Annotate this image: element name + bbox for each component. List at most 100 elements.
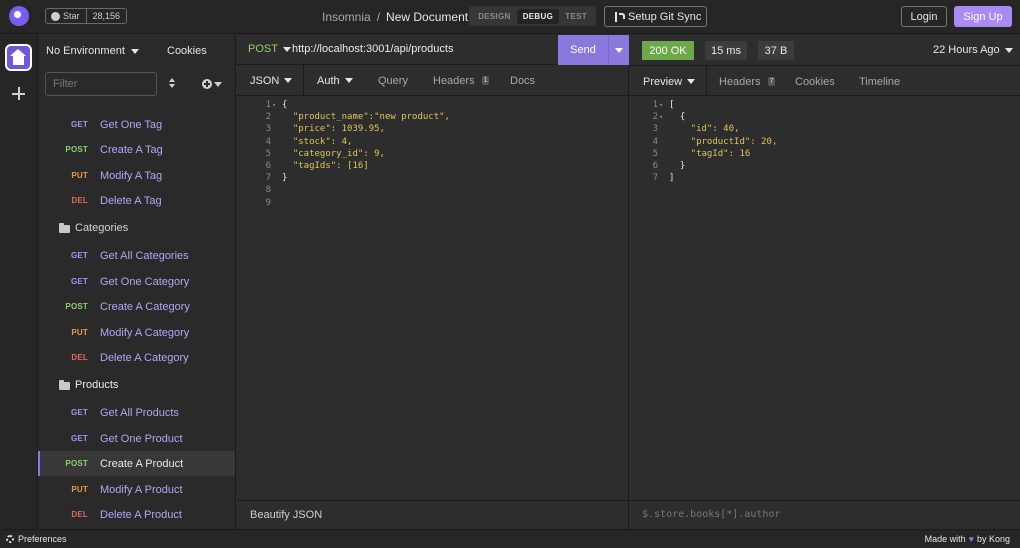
sidebar-request-delete-a-category[interactable]: DEL Delete A Category (38, 345, 235, 370)
code-line: "product_name":"new product", (282, 112, 450, 123)
code-line: "productId": 20, (669, 136, 778, 147)
sidebar-request-get-one-product[interactable]: GET Get One Product (38, 426, 235, 451)
sidebar-request-get-all-categories[interactable]: GET Get All Categories (38, 243, 235, 268)
sidebar-request-create-a-product[interactable]: POST Create A Product (38, 451, 235, 476)
line-number: 9 (265, 197, 271, 208)
sidebar-request-get-all-products[interactable]: GET Get All Products (38, 400, 235, 425)
sidebar-request-create-a-tag[interactable]: POST Create A Tag (38, 137, 235, 162)
sidebar-request-modify-a-product[interactable]: PUT Modify A Product (38, 477, 235, 502)
mode-debug-tab[interactable]: DEBUG (516, 8, 560, 24)
request-name: Get One Product (100, 432, 183, 445)
method-badge: PUT (71, 171, 88, 180)
breadcrumb-workspace[interactable]: Insomnia (322, 10, 371, 24)
mode-design-tab[interactable]: DESIGN (472, 9, 516, 24)
made-with-kong[interactable]: Made with ♥ by Kong (925, 534, 1010, 544)
url-input[interactable]: http://localhost:3001/api/products (292, 43, 453, 55)
chevron-down-icon (615, 47, 623, 53)
line-number: 2 (652, 112, 658, 123)
setup-git-sync-label: Setup Git Sync (628, 10, 702, 23)
code-line: "price": 1039.95, (282, 124, 385, 135)
plus-icon[interactable] (12, 87, 25, 100)
request-name: Get All Categories (100, 249, 189, 262)
github-star-label: Star (63, 11, 80, 21)
sort-icon[interactable] (169, 78, 176, 89)
request-name: Delete A Product (100, 508, 182, 521)
insomnia-logo-icon[interactable] (9, 6, 29, 26)
tab-preview[interactable]: Preview (643, 66, 696, 97)
chevron-down-icon (1004, 47, 1013, 53)
tab-cookies[interactable]: Cookies (795, 66, 835, 97)
add-request-menu[interactable] (202, 79, 222, 89)
github-star-widget[interactable]: Star 28,156 (45, 8, 128, 24)
code-line: { (669, 112, 686, 123)
line-number: 3 (265, 124, 271, 135)
breadcrumb-document[interactable]: New Document (386, 10, 468, 24)
sidebar-request-get-one-tag[interactable]: GET Get One Tag (38, 112, 235, 137)
cookies-button[interactable]: Cookies (167, 45, 207, 57)
method-badge: DEL (71, 510, 88, 519)
code-line: "id": 40, (669, 124, 740, 135)
line-number: 1 (265, 100, 271, 110)
tab-auth[interactable]: Auth (317, 65, 353, 96)
heart-icon: ♥ (968, 534, 974, 544)
method-badge: GET (70, 408, 88, 417)
request-name: Modify A Tag (100, 169, 163, 182)
url-bar: POST http://localhost:3001/api/products … (237, 35, 629, 65)
sidebar-request-create-a-category[interactable]: POST Create A Category (38, 294, 235, 319)
code-line: "tagIds": [16] (282, 161, 369, 171)
tab-headers[interactable]: Headers 1 (433, 65, 490, 96)
method-selector[interactable]: POST (248, 43, 291, 55)
send-button[interactable]: Send (558, 44, 608, 56)
github-star-count[interactable]: 28,156 (87, 9, 127, 23)
line-number: 5 (265, 148, 271, 159)
signup-button[interactable]: Sign Up (954, 6, 1012, 27)
tab-label: Auth (317, 74, 340, 87)
sidebar-request-delete-a-product[interactable]: DEL Delete A Product (38, 502, 235, 527)
tab-body-json[interactable]: JSON (250, 65, 293, 96)
headers-count-badge: 7 (767, 77, 776, 86)
response-filter-input[interactable]: $.store.books[*].author (630, 500, 1020, 529)
code-line: "category_id": 9, (282, 148, 385, 159)
send-button-group: Send (558, 35, 629, 65)
sidebar-folder-products[interactable]: Products (59, 375, 118, 395)
response-history-dropdown[interactable]: 22 Hours Ago (933, 44, 1013, 56)
tab-query[interactable]: Query (378, 65, 408, 96)
send-options-button[interactable] (608, 35, 629, 65)
github-star-button[interactable]: Star (46, 9, 87, 23)
home-icon (10, 48, 26, 65)
breadcrumb: Insomnia / New Document (322, 10, 483, 24)
beautify-json-button[interactable]: Beautify JSON (237, 500, 629, 529)
chevron-down-icon (130, 48, 139, 54)
method-badge: GET (70, 251, 88, 260)
sidebar-request-delete-a-tag[interactable]: DEL Delete A Tag (38, 188, 235, 213)
response-tabs: Preview Headers 7 Cookies Timeline (630, 65, 1020, 97)
breadcrumb-separator: / (376, 10, 381, 24)
status-bar: Preferences Made with ♥ by Kong (0, 529, 1020, 548)
sidebar-folder-categories[interactable]: Categories (59, 218, 128, 238)
mode-test-tab[interactable]: TEST (559, 9, 593, 24)
tab-divider (706, 66, 707, 97)
tab-response-headers[interactable]: Headers 7 (719, 66, 776, 97)
sidebar-request-get-one-category[interactable]: GET Get One Category (38, 269, 235, 294)
sidebar-request-modify-a-category[interactable]: PUT Modify A Category (38, 320, 235, 345)
tab-timeline[interactable]: Timeline (859, 66, 900, 97)
fold-arrow-icon[interactable]: ▾ (659, 111, 663, 123)
method-badge: DEL (71, 196, 88, 205)
home-button[interactable] (5, 44, 32, 71)
preferences-label: Preferences (18, 534, 67, 544)
status-badge: 200 OK (642, 41, 694, 60)
fold-arrow-icon[interactable]: ▾ (272, 99, 276, 111)
git-branch-icon (615, 11, 625, 22)
folder-open-icon (59, 379, 70, 390)
fold-arrow-icon[interactable]: ▾ (659, 99, 663, 111)
sidebar-filter-input[interactable]: Filter (45, 72, 157, 96)
environment-selector[interactable]: No Environment (46, 45, 139, 57)
method-label: POST (248, 43, 278, 55)
preferences-button[interactable]: Preferences (6, 534, 67, 544)
tab-docs[interactable]: Docs (510, 65, 535, 96)
request-name: Get One Category (100, 275, 190, 288)
sidebar-request-modify-a-tag[interactable]: PUT Modify A Tag (38, 163, 235, 188)
setup-git-sync-button[interactable]: Setup Git Sync (604, 6, 707, 27)
login-button[interactable]: Login (901, 6, 947, 27)
line-number: 8 (265, 185, 271, 196)
